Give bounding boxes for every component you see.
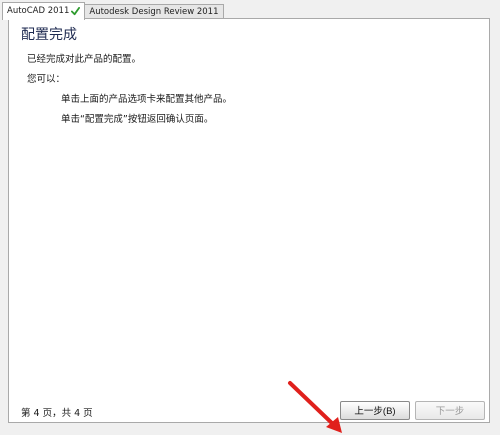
next-button[interactable]: 下一步	[415, 401, 485, 420]
previous-button[interactable]: 上一步(B)	[340, 401, 410, 420]
instruction-configure-other: 单击上面的产品选项卡来配置其他产品。	[61, 94, 233, 105]
page-indicator: 第 4 页，共 4 页	[21, 408, 93, 419]
instruction-return-confirm: 单击“配置完成”按钮返回确认页面。	[61, 114, 214, 125]
tab-autocad-2011[interactable]: AutoCAD 2011	[2, 2, 86, 20]
options-intro: 您可以：	[27, 74, 66, 85]
configuration-panel: 配置完成 已经完成对此产品的配置。 您可以： 单击上面的产品选项卡来配置其他产品…	[8, 18, 490, 423]
completion-message: 已经完成对此产品的配置。	[27, 54, 142, 65]
check-icon	[71, 7, 81, 16]
tab-label: AutoCAD 2011	[7, 6, 70, 16]
page-title: 配置完成	[21, 27, 77, 43]
